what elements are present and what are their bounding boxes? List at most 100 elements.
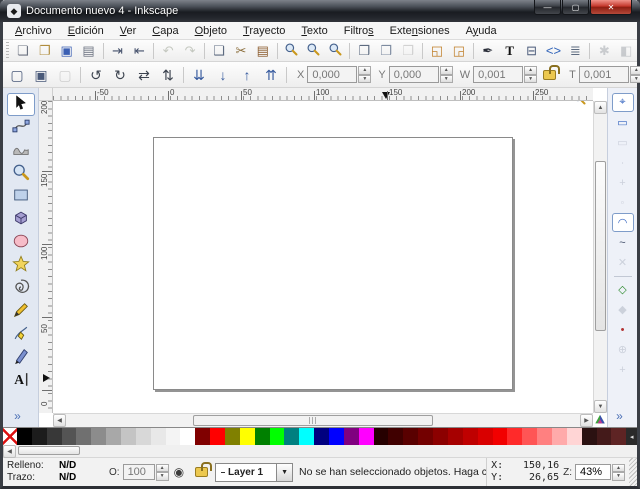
toolbox-overflow-button[interactable]: »: [14, 409, 21, 423]
layer-select[interactable]: Layer 1: [215, 463, 277, 482]
color-managed-view-button[interactable]: [593, 413, 607, 427]
layer-visibility-eye-icon[interactable]: ◉: [174, 465, 184, 479]
close-button[interactable]: ✕: [590, 0, 632, 15]
palette-swatch[interactable]: [344, 428, 359, 445]
palette-swatch[interactable]: [537, 428, 552, 445]
ungroup-button[interactable]: ◲: [449, 41, 469, 61]
vertical-scrollbar[interactable]: ▲ ▼: [593, 101, 607, 413]
rectangle-tool[interactable]: [7, 185, 35, 208]
palette-swatch[interactable]: [388, 428, 403, 445]
menu-objeto[interactable]: Objeto: [187, 24, 235, 38]
save-document-button[interactable]: ▣: [57, 41, 77, 61]
palette-swatch[interactable]: [582, 428, 597, 445]
scroll-left-button[interactable]: ◀: [53, 414, 66, 427]
palette-swatch[interactable]: [210, 428, 225, 445]
layer-dropdown-button[interactable]: ▼: [277, 463, 293, 482]
zoom-input[interactable]: [575, 464, 611, 480]
palette-swatch[interactable]: [121, 428, 136, 445]
menu-filtros[interactable]: Filtros: [336, 24, 382, 38]
menu-capa[interactable]: Capa: [144, 24, 186, 38]
palette-swatch[interactable]: [552, 428, 567, 445]
zoom-page-button[interactable]: [326, 41, 346, 61]
palette-scrollbar[interactable]: ◀: [3, 445, 637, 458]
zoom-tool[interactable]: [7, 162, 35, 185]
horizontal-scrollbar[interactable]: ◀ ▶: [53, 413, 593, 427]
new-document-button[interactable]: ❏: [13, 41, 33, 61]
canvas[interactable]: [53, 101, 593, 413]
create-clone-button[interactable]: ❒: [376, 41, 396, 61]
snap-bounding-box-button[interactable]: ▭: [612, 113, 634, 132]
text-tool[interactable]: A: [7, 369, 35, 392]
palette-swatch[interactable]: [478, 428, 493, 445]
align-dialog-button[interactable]: ≣: [565, 41, 585, 61]
enable-snapping-button[interactable]: ⌖: [612, 93, 634, 112]
palette-swatch[interactable]: [17, 428, 32, 445]
bezier-tool[interactable]: [7, 323, 35, 346]
window-resize-grip[interactable]: [629, 458, 637, 486]
scroll-down-button[interactable]: ▼: [594, 400, 607, 413]
horizontal-scroll-thumb[interactable]: [193, 415, 433, 426]
star-tool[interactable]: [7, 254, 35, 277]
menu-edicion[interactable]: Edición: [60, 24, 112, 38]
raise-to-top-button[interactable]: ⇈: [260, 64, 282, 86]
palette-swatch[interactable]: [611, 428, 626, 445]
y-field[interactable]: [389, 66, 439, 83]
palette-swatch[interactable]: [62, 428, 77, 445]
menu-ayuda[interactable]: Ayuda: [458, 24, 505, 38]
scroll-right-button[interactable]: ▶: [580, 414, 593, 427]
palette-swatch[interactable]: [47, 428, 62, 445]
menu-texto[interactable]: Texto: [293, 24, 335, 38]
menu-trayecto[interactable]: Trayecto: [235, 24, 293, 38]
copy-button[interactable]: ❑: [209, 41, 229, 61]
menu-extensiones[interactable]: Extensiones: [382, 24, 458, 38]
t-field[interactable]: [579, 66, 629, 83]
palette-swatch[interactable]: [136, 428, 151, 445]
palette-swatch[interactable]: [359, 428, 374, 445]
snap-paths-button[interactable]: ~: [612, 233, 634, 252]
snap-cusp-nodes-button[interactable]: ◇: [612, 280, 634, 299]
palette-swatch[interactable]: [166, 428, 181, 445]
minimize-button[interactable]: —: [534, 0, 561, 15]
rotate-ccw-button[interactable]: ↺: [85, 64, 107, 86]
raise-button[interactable]: ↑: [236, 64, 258, 86]
maximize-button[interactable]: ▢: [562, 0, 589, 15]
opacity-spinner[interactable]: ▲▼: [156, 464, 169, 481]
export-button[interactable]: ⇤: [129, 41, 149, 61]
y-field-spinner[interactable]: ▲▼: [440, 66, 453, 83]
calligraphy-tool[interactable]: [7, 346, 35, 369]
group-button[interactable]: ◱: [427, 41, 447, 61]
lock-ratio-icon[interactable]: [543, 70, 556, 80]
lower-button[interactable]: ↓: [212, 64, 234, 86]
palette-swatch[interactable]: [240, 428, 255, 445]
palette-swatch[interactable]: [567, 428, 582, 445]
x-field-spinner[interactable]: ▲▼: [358, 66, 371, 83]
pencil-tool[interactable]: [7, 300, 35, 323]
stroke-value[interactable]: N/D: [59, 472, 76, 484]
title-bar[interactable]: ◆ Documento nuevo 4 - Inkscape — ▢ ✕: [0, 0, 640, 22]
opacity-input[interactable]: [123, 464, 155, 480]
print-button[interactable]: ▤: [79, 41, 99, 61]
snapbar-overflow-button[interactable]: »: [616, 409, 623, 423]
palette-swatch[interactable]: [448, 428, 463, 445]
palette-swatch[interactable]: [180, 428, 195, 445]
palette-swatch[interactable]: [507, 428, 522, 445]
menu-archivo[interactable]: Archivo: [7, 24, 60, 38]
duplicate-button[interactable]: ❒: [354, 41, 374, 61]
rotate-cw-button[interactable]: ↻: [109, 64, 131, 86]
palette-swatch[interactable]: [284, 428, 299, 445]
w-field-spinner[interactable]: ▲▼: [524, 66, 537, 83]
zoom-selection-button[interactable]: [282, 41, 302, 61]
vertical-ruler[interactable]: 200150100500: [39, 101, 53, 413]
flip-horizontal-button[interactable]: ⇄: [133, 64, 155, 86]
spiral-tool[interactable]: [7, 277, 35, 300]
palette-swatch[interactable]: [225, 428, 240, 445]
flip-vertical-button[interactable]: ⇅: [157, 64, 179, 86]
no-color-swatch[interactable]: [3, 428, 17, 445]
box3d-tool[interactable]: [7, 208, 35, 231]
snap-nodes-button[interactable]: ◠: [612, 213, 634, 232]
xml-editor-button[interactable]: <>: [544, 41, 564, 61]
palette-swatch[interactable]: [403, 428, 418, 445]
palette-swatch[interactable]: [32, 428, 47, 445]
palette-scroll-left-button[interactable]: ◀: [3, 445, 16, 458]
select-all-button[interactable]: ▢: [6, 64, 28, 86]
